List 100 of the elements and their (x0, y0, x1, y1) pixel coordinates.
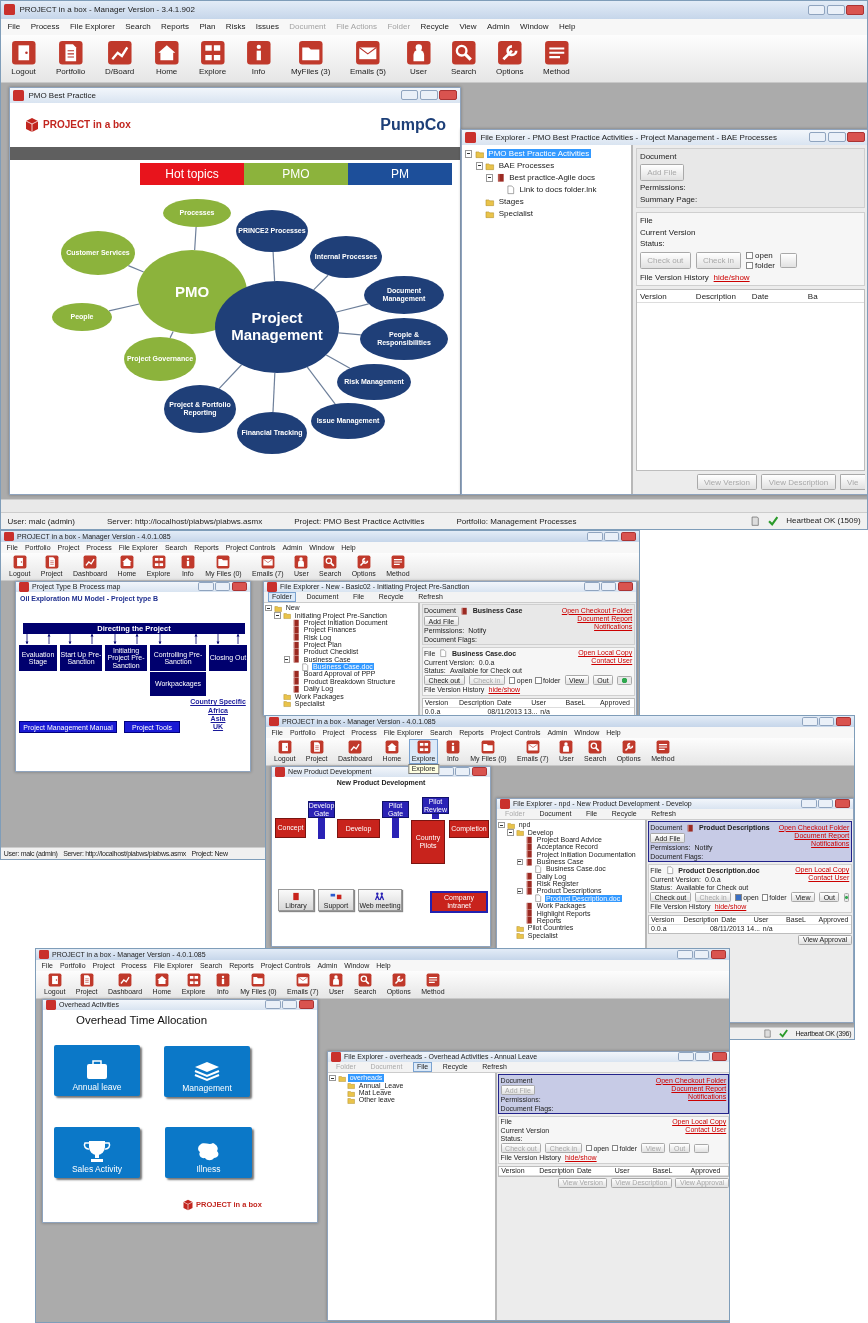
hide-show-link[interactable]: hide/show (713, 272, 750, 282)
checkbox[interactable] (509, 677, 516, 684)
maximize-button[interactable] (420, 90, 438, 101)
minimize-button[interactable] (400, 90, 419, 101)
close-button[interactable] (710, 950, 727, 960)
close-button[interactable] (617, 582, 634, 592)
toolbar-button[interactable]: MyFiles (3) (287, 37, 334, 79)
category-tile[interactable]: Management (164, 1046, 250, 1098)
checkbox[interactable] (746, 261, 754, 269)
minimize-button[interactable] (678, 1052, 694, 1062)
collapse-toggle[interactable] (516, 888, 523, 895)
minimize-button[interactable] (677, 950, 693, 960)
toolbar-button[interactable]: Search (447, 37, 480, 79)
menu-item[interactable]: Help (558, 22, 576, 32)
binder-icon (495, 173, 506, 183)
maximize-button[interactable] (819, 717, 835, 727)
collapse-toggle[interactable] (486, 174, 494, 182)
close-button[interactable] (711, 1052, 728, 1062)
minimize-button[interactable] (265, 1000, 281, 1010)
hub-node[interactable]: Project Management (215, 280, 339, 373)
telephone-icon (330, 891, 342, 901)
menu-item[interactable]: Search (125, 22, 151, 32)
toolbar-button[interactable]: Info (242, 37, 275, 79)
checkbox[interactable] (761, 894, 768, 901)
close-button[interactable] (834, 799, 851, 809)
menu-item[interactable]: Issues (255, 22, 279, 32)
category-tile[interactable]: Annual leave (54, 1045, 140, 1097)
toolbar-button[interactable]: Explore (195, 37, 230, 79)
icon-button[interactable] (843, 892, 850, 902)
maximize-button[interactable] (828, 132, 846, 143)
checkbox[interactable] (585, 1145, 593, 1152)
envelope-icon (525, 740, 540, 755)
toolbar-button[interactable]: User (402, 37, 435, 79)
category-tile[interactable]: Sales Activity (54, 1127, 140, 1179)
maximize-button[interactable] (827, 4, 845, 15)
tree-item[interactable]: BAE Processes (497, 161, 556, 171)
column-header[interactable]: Version (639, 291, 693, 301)
menu-item[interactable]: View (459, 22, 477, 32)
horizontal-scrollbar[interactable] (1, 499, 867, 512)
menu-item[interactable]: Recycle (420, 22, 449, 32)
maximize-button[interactable] (604, 532, 620, 542)
close-button[interactable] (439, 90, 457, 101)
close-button[interactable] (298, 1000, 315, 1010)
maximize-button[interactable] (694, 950, 710, 960)
menu-item[interactable]: Process (30, 22, 60, 32)
close-button[interactable] (620, 532, 637, 542)
folder-icon (481, 740, 496, 755)
collapse-toggle[interactable] (475, 162, 483, 170)
checkbox[interactable] (535, 677, 542, 684)
topic-tab[interactable]: Hot topics (140, 162, 244, 185)
minimize-button[interactable] (587, 532, 603, 542)
collapse-toggle[interactable] (329, 1074, 336, 1082)
topic-tab[interactable]: PM (348, 162, 452, 185)
close-button[interactable] (846, 4, 864, 15)
connector-line (218, 363, 243, 390)
toolbar-button[interactable]: Options (492, 37, 527, 79)
arrow (113, 633, 117, 645)
checkbox[interactable] (746, 252, 754, 260)
checkbox[interactable] (735, 894, 742, 901)
checkbox[interactable] (611, 1145, 619, 1152)
lines-icon (425, 973, 440, 988)
minimize-button[interactable] (801, 799, 817, 809)
category-tile[interactable]: Illness (165, 1127, 252, 1179)
collapse-toggle[interactable] (516, 858, 523, 865)
toolbar-button[interactable]: D/Board (101, 37, 138, 79)
menu-item[interactable]: Admin (486, 22, 510, 32)
tree-item[interactable]: Specialist (497, 209, 535, 219)
close-button[interactable] (471, 767, 488, 777)
tree-item[interactable]: Best practice-Agile docs (507, 173, 597, 183)
app-icon (465, 131, 477, 143)
column-header[interactable]: Description (695, 291, 749, 301)
column-header[interactable]: Ba (807, 291, 861, 301)
collapse-toggle[interactable] (283, 656, 290, 663)
minimize-button[interactable] (808, 132, 827, 143)
wrench-icon (496, 39, 523, 66)
menu-item[interactable]: Risks (225, 22, 246, 32)
minimize-button[interactable] (807, 4, 826, 15)
toolbar-button[interactable]: Method (539, 37, 574, 79)
toolbar-button[interactable]: Portfolio (52, 37, 89, 79)
toolbar-button[interactable]: Emails (5) (346, 37, 390, 79)
minimize-button[interactable] (584, 582, 600, 592)
menu-item[interactable]: Reports (161, 22, 190, 32)
menu-item[interactable]: Window (520, 22, 549, 32)
tree-item[interactable]: Stages (497, 197, 526, 207)
menu-item[interactable]: Plan (199, 22, 216, 32)
collapse-toggle[interactable] (465, 150, 473, 158)
tree-item[interactable]: Link to docs folder.lnk (517, 185, 599, 195)
toolbar-button[interactable]: Logout (7, 37, 40, 79)
close-button[interactable] (835, 717, 852, 727)
column-header[interactable]: Date (751, 291, 805, 301)
minimize-button[interactable] (438, 767, 454, 777)
icon-button[interactable] (617, 675, 633, 685)
minimize-button[interactable] (802, 717, 818, 727)
menu-item[interactable]: File Explorer (69, 22, 115, 32)
toolbar-button[interactable]: Home (150, 37, 183, 79)
minimize-button[interactable] (198, 582, 214, 592)
envelope-icon (260, 555, 275, 570)
close-button[interactable] (231, 582, 248, 592)
menu-item[interactable]: File (7, 22, 21, 32)
close-button[interactable] (847, 132, 865, 143)
